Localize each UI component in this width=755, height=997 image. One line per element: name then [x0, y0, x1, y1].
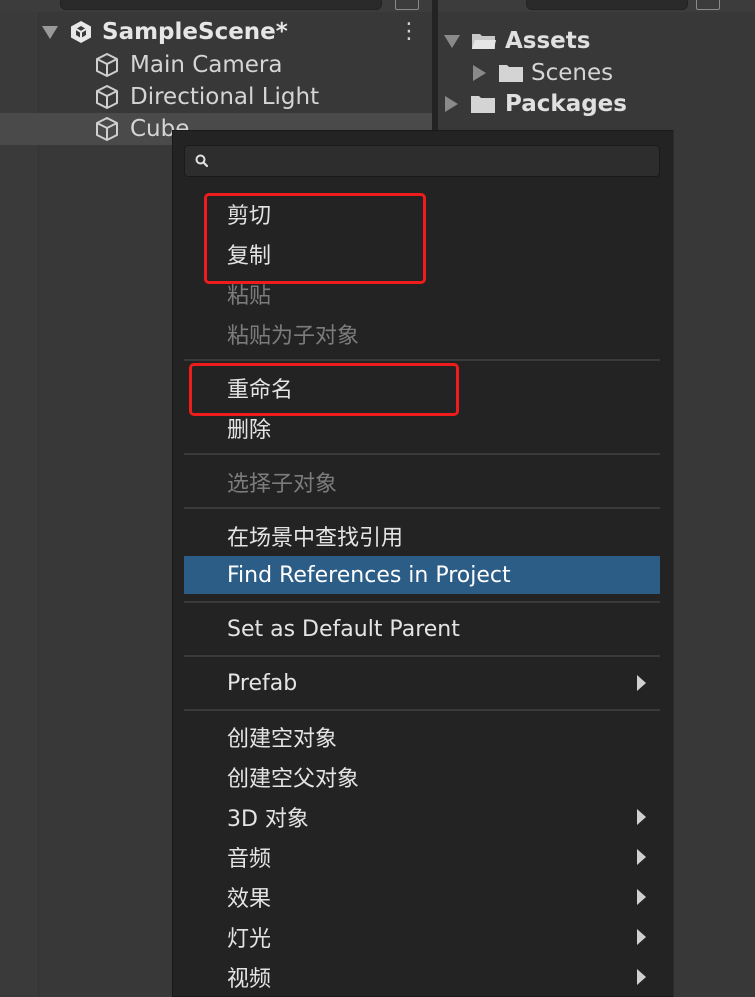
menu-separator: [184, 601, 660, 603]
cube-icon: [96, 85, 118, 109]
folder-assets[interactable]: Assets: [438, 26, 755, 56]
scene-name: SampleScene*: [102, 19, 288, 45]
search-icon: [195, 154, 209, 168]
project-toolbar-button[interactable]: [696, 0, 720, 10]
menu-item-paste-as-child: 粘贴为子对象: [184, 315, 660, 353]
chevron-right-icon: [637, 929, 646, 945]
menu-separator: [184, 453, 660, 455]
menu-separator: [184, 709, 660, 711]
cube-icon: [96, 53, 118, 77]
menu-item-prefab[interactable]: Prefab: [184, 664, 660, 702]
collapse-triangle-icon[interactable]: [445, 96, 458, 112]
menu-item-effects[interactable]: 效果: [184, 878, 660, 916]
menu-item-label: 创建空对象: [227, 727, 338, 752]
hierarchy-item-directional-light[interactable]: Directional Light: [0, 81, 432, 113]
hierarchy-item-label: Main Camera: [130, 52, 283, 78]
project-search-field[interactable]: [526, 0, 688, 10]
hierarchy-item-label: Directional Light: [130, 84, 320, 110]
folder-icon: [499, 65, 523, 82]
annotation-box-cut-copy: [204, 193, 426, 284]
menu-item-label: Prefab: [227, 670, 298, 696]
menu-item-video[interactable]: 视频: [184, 958, 660, 996]
expand-triangle-icon[interactable]: [42, 26, 58, 39]
folder-label: Packages: [505, 91, 627, 117]
menu-item-label: 视频: [227, 967, 272, 992]
menu-separator: [184, 359, 660, 361]
chevron-right-icon: [637, 809, 646, 825]
menu-item-label: Find References in Project: [227, 562, 511, 588]
menu-item-label: 删除: [227, 418, 272, 443]
folder-scenes[interactable]: Scenes: [438, 58, 755, 88]
menu-item-light[interactable]: 灯光: [184, 918, 660, 956]
folder-icon: [471, 96, 495, 113]
hierarchy-toolbar: [0, 0, 432, 12]
hierarchy-gutter: [0, 12, 39, 995]
collapse-triangle-icon[interactable]: [473, 65, 486, 81]
folder-label: Assets: [505, 28, 591, 54]
menu-item-find-refs-in-scene[interactable]: 在场景中查找引用: [184, 517, 660, 555]
menu-separator: [184, 507, 660, 509]
menu-item-audio[interactable]: 音频: [184, 838, 660, 876]
menu-item-label: 3D 对象: [227, 807, 309, 832]
hierarchy-toolbar-button[interactable]: [395, 0, 419, 10]
chevron-right-icon: [637, 675, 646, 691]
menu-item-set-default-parent[interactable]: Set as Default Parent: [184, 610, 660, 648]
menu-item-label: 效果: [227, 887, 272, 912]
menu-item-find-refs-in-project[interactable]: Find References in Project: [184, 556, 660, 594]
chevron-right-icon: [637, 889, 646, 905]
menu-search-input[interactable]: [184, 145, 660, 177]
scene-row[interactable]: SampleScene* ⋮: [0, 16, 432, 48]
menu-item-label: 粘贴为子对象: [227, 324, 360, 349]
cube-icon: [96, 117, 118, 141]
expand-triangle-icon[interactable]: [444, 35, 460, 48]
menu-item-select-children: 选择子对象: [184, 463, 660, 501]
menu-item-label: 选择子对象: [227, 472, 338, 497]
menu-item-label: 创建空父对象: [227, 767, 360, 792]
menu-item-label: 音频: [227, 847, 272, 872]
menu-item-create-empty[interactable]: 创建空对象: [184, 718, 660, 756]
menu-item-label: Set as Default Parent: [227, 616, 460, 642]
annotation-box-rename: [189, 363, 459, 416]
project-toolbar: [438, 0, 755, 12]
folder-packages[interactable]: Packages: [438, 89, 755, 119]
kebab-menu-icon[interactable]: ⋮: [398, 20, 420, 46]
hierarchy-item-main-camera[interactable]: Main Camera: [0, 49, 432, 81]
menu-item-create-empty-parent[interactable]: 创建空父对象: [184, 758, 660, 796]
unity-logo-icon: [71, 21, 91, 43]
folder-label: Scenes: [531, 60, 614, 86]
hierarchy-search-field[interactable]: [60, 0, 382, 10]
menu-item-label: 灯光: [227, 927, 272, 952]
menu-separator: [184, 655, 660, 657]
menu-item-3d-object[interactable]: 3D 对象: [184, 798, 660, 836]
folder-open-icon: [472, 34, 496, 49]
menu-item-label: 在场景中查找引用: [227, 526, 404, 551]
chevron-right-icon: [637, 849, 646, 865]
chevron-right-icon: [637, 969, 646, 985]
